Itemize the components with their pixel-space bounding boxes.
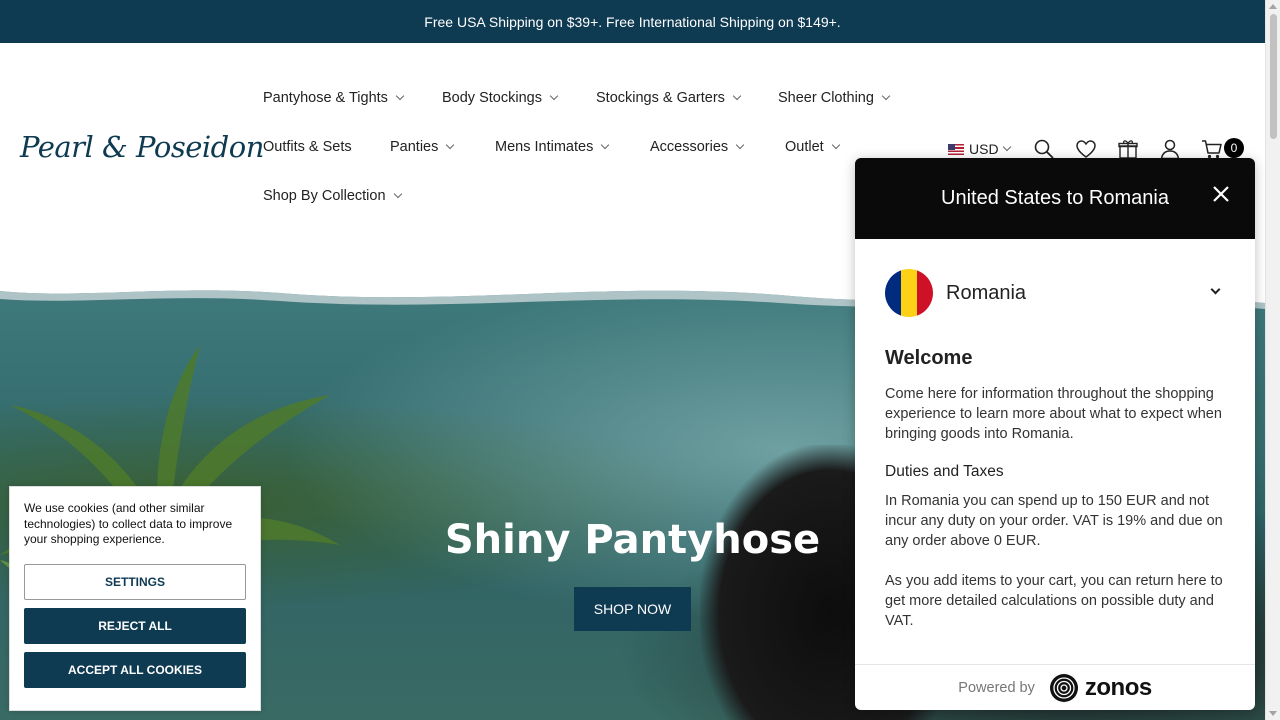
nav-label: Sheer Clothing: [778, 90, 874, 106]
scrollbar-thumb[interactable]: [1270, 14, 1277, 139]
cookie-reject-button[interactable]: REJECT ALL: [24, 608, 246, 644]
gift-icon[interactable]: [1117, 138, 1139, 160]
scrollbar[interactable]: [1265, 0, 1280, 720]
chevron-down-icon: [735, 140, 745, 150]
powered-by-label: Powered by: [958, 679, 1035, 696]
nav-item-panties[interactable]: Panties: [390, 139, 455, 155]
announcement-text: Free USA Shipping on $39+. Free Internat…: [424, 13, 841, 30]
chevron-down-icon: [1002, 142, 1011, 152]
chevron-down-icon: [601, 140, 610, 150]
page: Free USA Shipping on $39+. Free Internat…: [0, 0, 1280, 720]
logo[interactable]: Pearl & Poseidon: [20, 130, 264, 164]
search-icon[interactable]: [1033, 138, 1055, 160]
heart-icon[interactable]: [1075, 138, 1097, 160]
nav-item-pantyhose-tights[interactable]: Pantyhose & Tights: [263, 90, 405, 106]
us-flag-icon: [948, 143, 964, 155]
zonos-wordmark: zonos: [1084, 673, 1152, 701]
zonos-logo[interactable]: zonos: [1049, 673, 1152, 703]
chevron-down-icon: [446, 140, 455, 150]
welcome-heading: Welcome: [885, 347, 973, 369]
nav-item-shop-by-collection[interactable]: Shop By Collection: [263, 188, 402, 204]
modal-header: United States to Romania: [855, 158, 1255, 239]
close-icon[interactable]: [1209, 182, 1233, 206]
duties-heading: Duties and Taxes: [885, 463, 1004, 480]
nav-item-outlet[interactable]: Outlet: [785, 139, 840, 155]
nav-item-body-stockings[interactable]: Body Stockings: [442, 90, 559, 106]
cookie-banner: We use cookies (and other similar techno…: [9, 486, 261, 711]
chevron-down-icon: [549, 91, 559, 101]
nav-item-outfits-sets[interactable]: Outfits & Sets: [263, 139, 352, 155]
currency-label: USD: [969, 141, 999, 157]
nav-item-accessories[interactable]: Accessories: [650, 139, 745, 155]
scroll-down-icon[interactable]: [1269, 711, 1277, 716]
cookie-text: We use cookies (and other similar techno…: [24, 501, 233, 546]
cookie-accept-button[interactable]: ACCEPT ALL COOKIES: [24, 652, 246, 688]
modal-title: United States to Romania: [941, 187, 1169, 209]
user-icon[interactable]: [1159, 138, 1181, 160]
nav-label: Shop By Collection: [263, 188, 386, 204]
nav-label: Panties: [390, 139, 439, 155]
chevron-down-icon: [393, 189, 402, 199]
nav-item-mens-intimates[interactable]: Mens Intimates: [495, 139, 610, 155]
nav-label: Body Stockings: [442, 90, 542, 106]
cart-info-text: As you add items to your cart, you can r…: [885, 573, 1223, 629]
nav-label: Outfits & Sets: [263, 139, 352, 155]
modal-footer: Powered by zonos: [855, 664, 1255, 710]
nav-label: Accessories: [650, 139, 729, 155]
cookie-settings-button[interactable]: SETTINGS: [24, 564, 246, 600]
nav-label: Pantyhose & Tights: [263, 90, 388, 106]
currency-selector[interactable]: USD: [948, 138, 1011, 160]
chevron-down-icon: [1210, 284, 1221, 295]
scroll-up-icon[interactable]: [1269, 4, 1277, 9]
zonos-logo-icon: [1049, 673, 1078, 702]
country-selector[interactable]: Romania: [885, 269, 1225, 317]
chevron-down-icon: [881, 91, 891, 101]
shop-now-button[interactable]: SHOP NOW: [574, 587, 691, 631]
duties-text: In Romania you can spend up to 150 EUR a…: [885, 493, 1223, 549]
duties-modal: United States to Romania Romania Welcome…: [855, 158, 1255, 710]
chevron-down-icon: [395, 91, 405, 101]
welcome-text: Come here for information throughout the…: [885, 386, 1222, 442]
nav-item-stockings-garters[interactable]: Stockings & Garters: [596, 90, 742, 106]
cart-icon[interactable]: [1201, 138, 1223, 160]
nav-label: Mens Intimates: [495, 139, 594, 155]
chevron-down-icon: [831, 140, 840, 150]
nav-label: Outlet: [785, 139, 824, 155]
romania-flag-icon: [885, 269, 933, 317]
cart-count-badge[interactable]: 0: [1224, 138, 1244, 158]
country-name: Romania: [946, 281, 1027, 304]
nav-label: Stockings & Garters: [596, 90, 725, 106]
nav-item-sheer-clothing[interactable]: Sheer Clothing: [778, 90, 891, 106]
chevron-down-icon: [732, 91, 742, 101]
announcement-bar: Free USA Shipping on $39+. Free Internat…: [0, 0, 1265, 43]
modal-body: Romania Welcome Come here for informatio…: [855, 269, 1255, 631]
